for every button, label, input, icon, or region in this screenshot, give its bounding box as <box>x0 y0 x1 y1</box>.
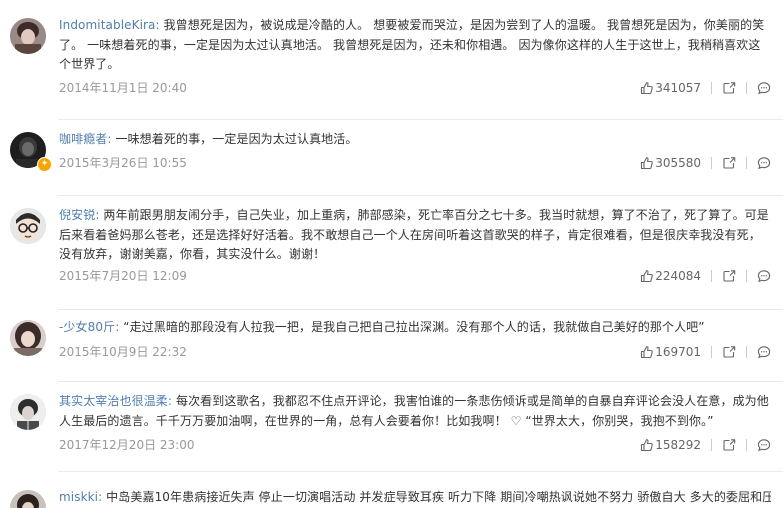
comment-actions: 305580 <box>640 153 771 173</box>
action-divider <box>711 439 712 451</box>
share-button[interactable] <box>722 438 736 452</box>
comment-time: 2015年3月26日 10:55 <box>59 156 187 170</box>
comment-time: 2015年10月9日 22:32 <box>59 345 187 359</box>
like-button[interactable]: 341057 <box>640 81 701 95</box>
comment-body: 倪安锐: 两年前跟男朋友闹分手，自己失业，加上重病，肺部感染，死亡率百分之七十多… <box>59 206 771 265</box>
like-count: 224084 <box>655 269 701 283</box>
action-divider <box>746 157 747 169</box>
share-icon <box>723 157 736 169</box>
comment-actions: 224084 <box>640 266 771 286</box>
avatar[interactable] <box>10 320 46 356</box>
like-count: 169701 <box>655 345 701 359</box>
comment-colon: : <box>167 394 176 408</box>
avatar[interactable] <box>10 18 46 54</box>
comment-divider <box>58 119 783 120</box>
comment-colon: : <box>155 18 164 32</box>
action-divider <box>746 346 747 358</box>
comment-divider <box>58 195 783 196</box>
thumbs-up-icon <box>641 157 653 170</box>
action-divider <box>711 270 712 282</box>
comment-colon: : <box>98 490 107 504</box>
comment-item: ✦ 咖啡瘾者: 一味想着死的事，一定是因为太过认真地活。 2015年3月26日 … <box>0 130 783 196</box>
reply-button[interactable] <box>757 345 771 359</box>
thumbs-up-icon <box>641 270 653 283</box>
share-icon <box>723 270 736 282</box>
comment-username[interactable]: -少女80斤 <box>59 320 115 334</box>
like-button[interactable]: 305580 <box>640 156 701 170</box>
share-button[interactable] <box>722 156 736 170</box>
comment-text: “走过黑暗的那段没有人拉我一把，是我自己把自己拉出深渊。没有那个人的话，我就做自… <box>123 320 705 334</box>
thumbs-up-icon <box>641 82 653 95</box>
comment-username[interactable]: 咖啡瘾者 <box>59 132 107 146</box>
comment-item: IndomitableKira: 我曾想死是因为，被说成是冷酷的人。 想要被爱而… <box>0 16 783 120</box>
comment-body: IndomitableKira: 我曾想死是因为，被说成是冷酷的人。 想要被爱而… <box>59 16 771 75</box>
comment-username[interactable]: 倪安锐 <box>59 208 95 222</box>
reply-button[interactable] <box>757 438 771 452</box>
action-divider <box>711 157 712 169</box>
like-count: 305580 <box>655 156 701 170</box>
avatar[interactable] <box>10 208 46 244</box>
action-divider <box>746 439 747 451</box>
comment-text: 一味想着死的事，一定是因为太过认真地活。 <box>115 132 358 146</box>
share-icon <box>723 82 736 94</box>
comment-body: -少女80斤: “走过黑暗的那段没有人拉我一把，是我自己把自己拉出深渊。没有那个… <box>59 318 771 338</box>
comment-time: 2015年7月20日 12:09 <box>59 269 187 283</box>
comment-text: 两年前跟男朋友闹分手，自己失业，加上重病，肺部感染，死亡率百分之七十多。我当时就… <box>59 208 769 261</box>
comment-item: 其实太宰治也很温柔: 每次看到这歌名，我都忍不住点开评论，我害怕谁的一条悲伤倾诉… <box>0 392 783 472</box>
reply-button[interactable] <box>757 156 771 170</box>
vip-badge-icon: ✦ <box>37 157 52 172</box>
like-count: 158292 <box>655 438 701 452</box>
thumbs-up-icon <box>641 346 653 359</box>
comment-divider <box>58 381 783 382</box>
comment-actions: 169701 <box>640 342 771 362</box>
share-icon <box>723 346 736 358</box>
reply-icon <box>757 346 771 359</box>
comment-time: 2017年12月20日 23:00 <box>59 438 195 452</box>
comment-item: -少女80斤: “走过黑暗的那段没有人拉我一把，是我自己把自己拉出深渊。没有那个… <box>0 318 783 382</box>
reply-button[interactable] <box>757 269 771 283</box>
comment-meta: 2015年10月9日 22:32 169701 <box>59 342 771 362</box>
comment-meta: 2015年3月26日 10:55 305580 <box>59 153 771 173</box>
comment-text: 中岛美嘉10年患病接近失声 停止一切演唱活动 并发症导致耳疾 听力下降 期间冷嘲… <box>106 490 771 504</box>
comment-username[interactable]: miskki <box>59 490 98 504</box>
share-button[interactable] <box>722 269 736 283</box>
like-button[interactable]: 224084 <box>640 269 701 283</box>
comment-divider <box>58 471 783 472</box>
reply-button[interactable] <box>757 81 771 95</box>
reply-icon <box>757 270 771 283</box>
like-button[interactable]: 158292 <box>640 438 701 452</box>
comment-text: 我曾想死是因为，被说成是冷酷的人。 想要被爱而哭泣，是因为尝到了人的温暖。 我曾… <box>59 18 765 71</box>
thumbs-up-icon <box>641 439 653 452</box>
comment-body: 其实太宰治也很温柔: 每次看到这歌名，我都忍不住点开评论，我害怕谁的一条悲伤倾诉… <box>59 392 771 431</box>
action-divider <box>711 82 712 94</box>
comment-meta: 2017年12月20日 23:00 158292 <box>59 435 771 455</box>
comment-item: miskki: 中岛美嘉10年患病接近失声 停止一切演唱活动 并发症导致耳疾 听… <box>0 488 783 508</box>
share-icon <box>723 439 736 451</box>
comment-divider <box>58 309 783 310</box>
comment-body: miskki: 中岛美嘉10年患病接近失声 停止一切演唱活动 并发症导致耳疾 听… <box>59 488 771 508</box>
reply-icon <box>757 82 771 95</box>
action-divider <box>746 82 747 94</box>
action-divider <box>711 346 712 358</box>
share-button[interactable] <box>722 81 736 95</box>
like-count: 341057 <box>655 81 701 95</box>
action-divider <box>746 270 747 282</box>
comment-item: 倪安锐: 两年前跟男朋友闹分手，自己失业，加上重病，肺部感染，死亡率百分之七十多… <box>0 206 783 310</box>
share-button[interactable] <box>722 345 736 359</box>
comment-username[interactable]: IndomitableKira <box>59 18 156 32</box>
comment-meta: 2014年11月1日 20:40 341057 <box>59 78 771 98</box>
comment-username[interactable]: 其实太宰治也很温柔 <box>59 394 168 408</box>
like-button[interactable]: 169701 <box>640 345 701 359</box>
comment-list: IndomitableKira: 我曾想死是因为，被说成是冷酷的人。 想要被爱而… <box>0 0 783 508</box>
comment-actions: 158292 <box>640 435 771 455</box>
comment-time: 2014年11月1日 20:40 <box>59 81 187 95</box>
comment-actions: 341057 <box>640 78 771 98</box>
avatar[interactable] <box>10 490 46 508</box>
comment-meta: 2015年7月20日 12:09 224084 <box>59 266 771 286</box>
reply-icon <box>757 157 771 170</box>
avatar[interactable] <box>10 394 46 430</box>
reply-icon <box>757 439 771 452</box>
comment-body: 咖啡瘾者: 一味想着死的事，一定是因为太过认真地活。 <box>59 130 771 150</box>
